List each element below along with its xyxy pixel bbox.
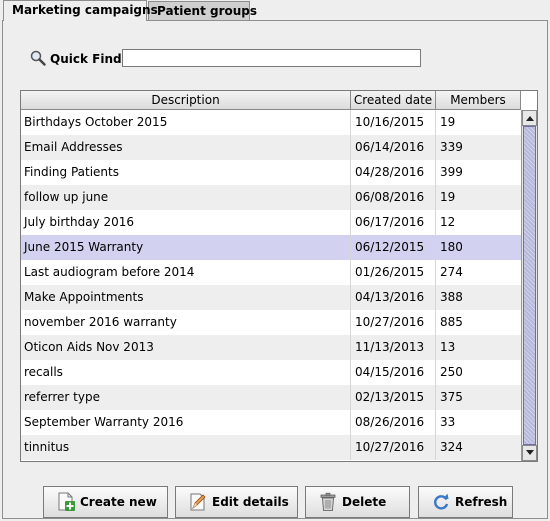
table-row[interactable]: Make Appointments 04/13/2016 388 [21, 285, 521, 310]
table-row[interactable]: referrer type 02/13/2015 375 [21, 385, 521, 410]
table-row[interactable]: June 2015 Warranty 06/12/2015 180 [21, 235, 521, 260]
cell-created-date: 06/14/2016 [351, 135, 436, 160]
cell-members: 19 [440, 115, 456, 129]
cell-description: recalls [21, 360, 351, 385]
table-row[interactable]: September Warranty 2016 08/26/2016 33 [21, 410, 521, 435]
arrow-down-icon [526, 450, 534, 455]
table-row[interactable]: Last audiogram before 2014 01/26/2015 274 [21, 260, 521, 285]
cell-description: Last audiogram before 2014 [21, 260, 351, 285]
cell-members: 274 [440, 265, 463, 279]
cell-description: Finding Patients [21, 160, 351, 185]
cell-members: 339 [440, 140, 463, 154]
refresh-label: Refresh [455, 495, 508, 509]
cell-description: follow up june [21, 185, 351, 210]
table-row[interactable]: Email Addresses 06/14/2016 339 [21, 135, 521, 160]
cell-description: referrer type [21, 385, 351, 410]
cell-description: november 2016 warranty [21, 310, 351, 335]
cell-created-date: 10/27/2016 [351, 435, 436, 460]
tab-bar: Patient groups Marketing campaigns [0, 0, 550, 22]
refresh-button[interactable]: Refresh [418, 486, 513, 518]
edit-details-label: Edit details [212, 495, 289, 509]
cell-description: tinnitus [21, 435, 351, 460]
add-document-icon [58, 492, 75, 511]
cell-members: 399 [440, 165, 463, 179]
cell-created-date: 01/26/2015 [351, 260, 436, 285]
cell-created-date: 11/13/2013 [351, 335, 436, 360]
cell-description: Email Addresses [21, 135, 351, 160]
vertical-scrollbar[interactable] [521, 110, 537, 461]
table-row[interactable]: follow up june 06/08/2016 19 [21, 185, 521, 210]
tab-marketing-campaigns[interactable]: Marketing campaigns [3, 0, 158, 21]
delete-button[interactable]: Delete [305, 486, 410, 518]
table-row[interactable]: tinnitus 10/27/2016 324 [21, 435, 521, 460]
cell-description: Oticon Aids Nov 2013 [21, 335, 351, 360]
cell-created-date: 04/28/2016 [351, 160, 436, 185]
cell-members: 12 [440, 215, 456, 229]
table-body: Birthdays October 2015 10/16/2015 19 Email … [21, 110, 521, 460]
cell-created-date: 08/26/2016 [351, 410, 436, 435]
cell-description: Make Appointments [21, 285, 351, 310]
cell-created-date: 04/13/2016 [351, 285, 436, 310]
create-new-button[interactable]: Create new [43, 486, 168, 518]
table-header: Description Created date Members [21, 91, 521, 110]
magnifier-icon [30, 50, 46, 66]
table-row[interactable]: recalls 04/15/2016 250 [21, 360, 521, 385]
cell-description: June 2015 Warranty [21, 235, 351, 260]
cell-members: 33 [440, 415, 456, 429]
cell-created-date: 02/13/2015 [351, 385, 436, 410]
cell-created-date: 10/16/2015 [351, 110, 436, 135]
cell-members: 885 [440, 315, 463, 329]
edit-pencil-icon [190, 493, 206, 511]
cell-members: 180 [440, 240, 463, 254]
table-row[interactable]: Oticon Aids Nov 2013 11/13/2013 13 [21, 335, 521, 360]
table-row[interactable]: november 2016 warranty 10/27/2016 885 [21, 310, 521, 335]
cell-created-date: 10/27/2016 [351, 310, 436, 335]
cell-description: Birthdays October 2015 [21, 110, 351, 135]
refresh-arrows-icon [434, 493, 449, 510]
cell-members: 250 [440, 365, 463, 379]
cell-created-date: 06/17/2016 [351, 210, 436, 235]
column-header-created-date[interactable]: Created date [351, 91, 436, 110]
cell-created-date: 06/08/2016 [351, 185, 436, 210]
cell-members: 13 [440, 340, 456, 354]
cell-description: September Warranty 2016 [21, 410, 351, 435]
cell-members: 324 [440, 440, 463, 454]
cell-created-date: 06/12/2015 [351, 235, 436, 260]
arrow-up-icon [526, 116, 534, 121]
cell-description: July birthday 2016 [21, 210, 351, 235]
cell-members: 375 [440, 390, 463, 404]
cell-members: 19 [440, 190, 456, 204]
scroll-down-button[interactable] [522, 445, 537, 461]
column-header-description[interactable]: Description [21, 91, 351, 110]
tab-patient-groups[interactable]: Patient groups [148, 1, 257, 20]
create-new-label: Create new [80, 495, 157, 509]
scrollbar-thumb[interactable] [523, 126, 536, 445]
quick-find-input[interactable] [122, 49, 421, 67]
cell-created-date: 04/15/2016 [351, 360, 436, 385]
campaigns-table: Description Created date Members Birthda… [20, 90, 538, 462]
scroll-up-button[interactable] [522, 110, 537, 126]
quick-find-label: Quick Find: [50, 52, 127, 66]
column-header-members[interactable]: Members [436, 91, 521, 110]
table-row[interactable]: July birthday 2016 06/17/2016 12 [21, 210, 521, 235]
table-row[interactable]: Birthdays October 2015 10/16/2015 19 [21, 110, 521, 135]
delete-label: Delete [342, 495, 387, 509]
table-row[interactable]: Finding Patients 04/28/2016 399 [21, 160, 521, 185]
edit-details-button[interactable]: Edit details [175, 486, 298, 518]
cell-members: 388 [440, 290, 463, 304]
trash-icon [320, 492, 336, 511]
